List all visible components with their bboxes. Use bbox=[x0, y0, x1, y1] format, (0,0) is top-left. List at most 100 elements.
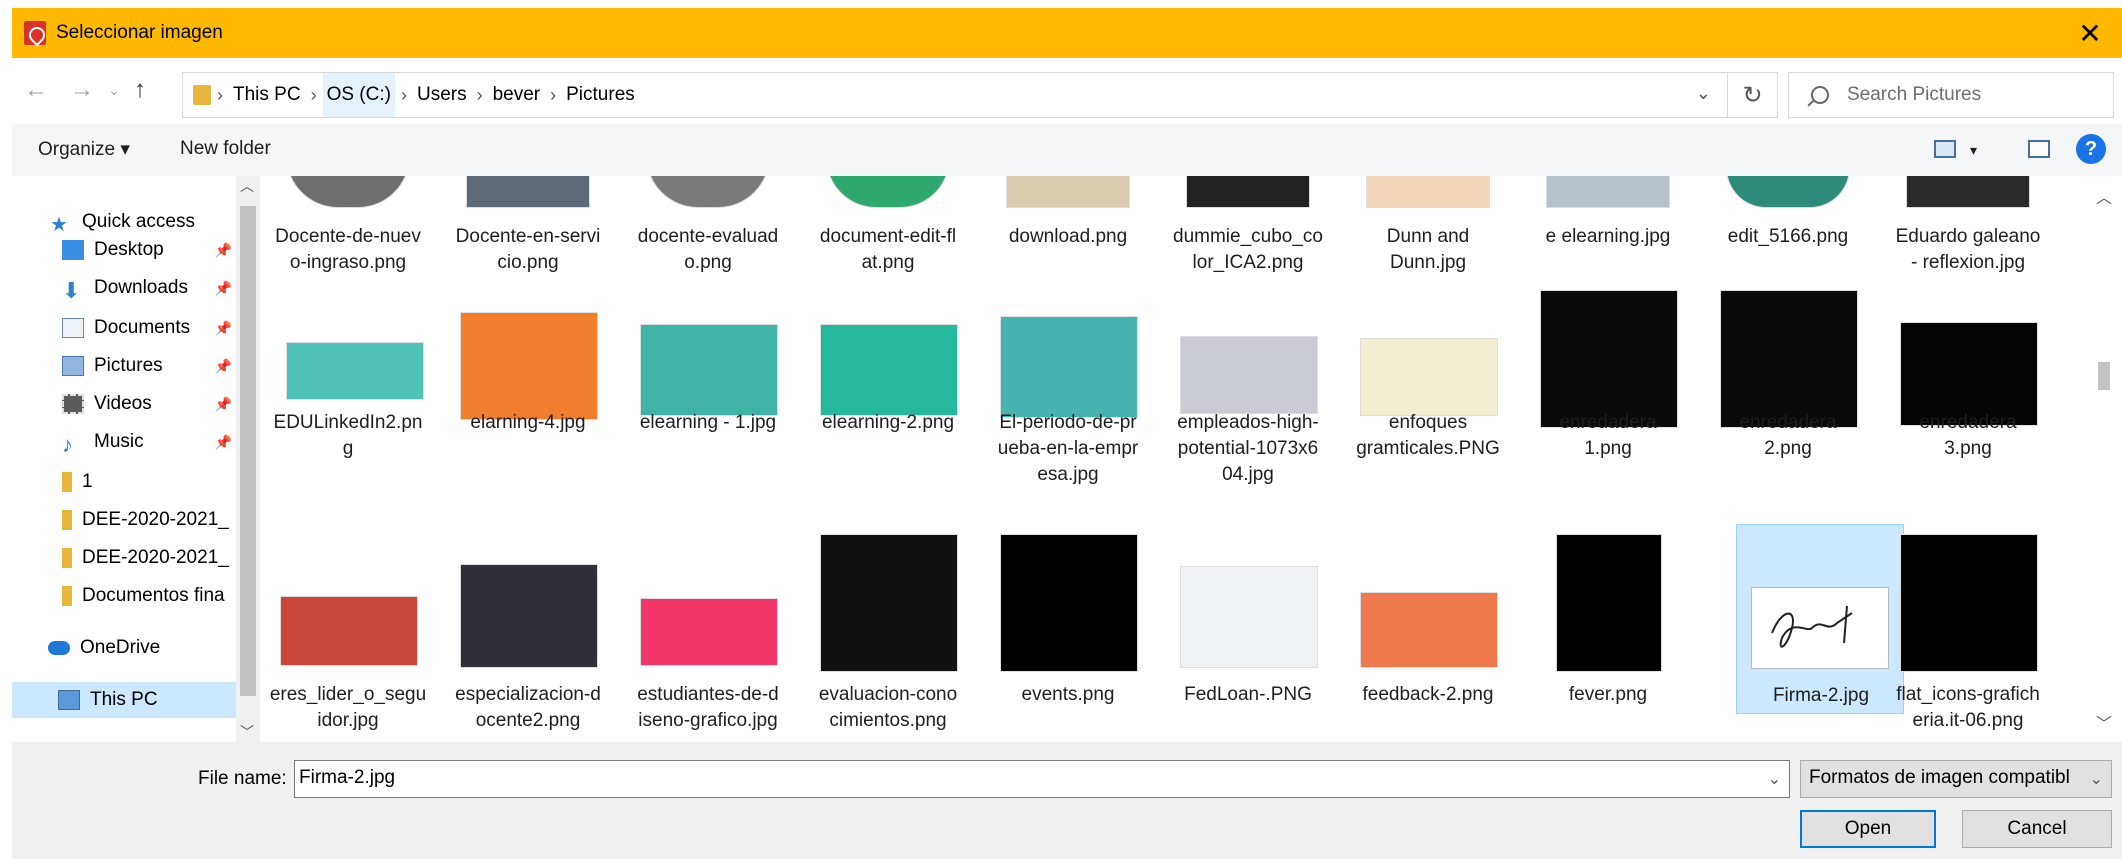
file-item[interactable]: e elearning.jpg bbox=[1524, 176, 1692, 286]
nav-label: Downloads bbox=[94, 277, 188, 298]
file-item[interactable]: elearning-2.png bbox=[804, 286, 972, 490]
nav-scroll-thumb[interactable] bbox=[240, 206, 256, 696]
file-item-selected[interactable]: Firma-2.jpg bbox=[1736, 524, 1904, 714]
file-item[interactable]: fever.png bbox=[1524, 530, 1692, 742]
file-type-select[interactable]: Formatos de imagen compatibl ⌄ bbox=[1800, 760, 2112, 798]
folder-icon bbox=[62, 472, 72, 492]
nav-videos[interactable]: Videos 📌 bbox=[12, 386, 242, 422]
new-folder-button[interactable]: New folder bbox=[180, 138, 271, 160]
file-item[interactable]: edit_5166.png bbox=[1704, 176, 1872, 286]
file-item[interactable]: especializacion-d ocente2.png bbox=[444, 530, 612, 742]
file-thumbnail bbox=[1180, 566, 1318, 668]
change-view-icon[interactable] bbox=[1934, 140, 1956, 158]
address-dropdown-icon[interactable]: ⌄ bbox=[1696, 83, 1711, 104]
nav-label: Music bbox=[94, 431, 144, 452]
file-item[interactable]: Eduardo galeano - reflexion.jpg bbox=[1884, 176, 2052, 286]
chevron-right-icon[interactable]: › bbox=[311, 85, 317, 106]
file-item[interactable]: enfoques gramticales.PNG bbox=[1344, 286, 1512, 490]
file-item[interactable]: Dunn and Dunn.jpg bbox=[1344, 176, 1512, 286]
file-item[interactable]: empleados-high- potential-1073x6 04.jpg bbox=[1164, 286, 1332, 490]
nav-folder-dee-1[interactable]: DEE-2020-2021_ bbox=[12, 502, 242, 538]
address-bar[interactable]: › This PC › OS (C:) › Users › bever › Pi… bbox=[182, 72, 1728, 118]
preview-pane-icon[interactable] bbox=[2028, 140, 2050, 158]
nav-folder-documentos[interactable]: Documentos fina bbox=[12, 578, 242, 614]
nav-documents[interactable]: Documents 📌 bbox=[12, 310, 242, 346]
file-thumbnail bbox=[460, 564, 598, 668]
file-item[interactable]: docente-evaluad o.png bbox=[624, 176, 792, 286]
nav-scrollbar[interactable]: ︿ ﹀ bbox=[236, 176, 260, 742]
search-placeholder: Search Pictures bbox=[1847, 84, 1982, 105]
file-thumbnail bbox=[1366, 176, 1490, 208]
chevron-right-icon[interactable]: › bbox=[401, 85, 407, 106]
file-thumbnail bbox=[820, 324, 958, 416]
nav-label: This PC bbox=[90, 689, 158, 710]
nav-label: DEE-2020-2021_ bbox=[82, 547, 229, 568]
file-item[interactable]: events.png bbox=[984, 530, 1152, 742]
scroll-down-icon[interactable]: ﹀ bbox=[2096, 710, 2112, 734]
cancel-button[interactable]: Cancel bbox=[1962, 810, 2112, 848]
file-name: fever.png bbox=[1568, 684, 1648, 705]
breadcrumb-bever[interactable]: bever bbox=[489, 73, 545, 117]
nav-folder-dee-2[interactable]: DEE-2020-2021_ bbox=[12, 540, 242, 576]
nav-this-pc[interactable]: This PC bbox=[12, 682, 242, 718]
file-name: o-ingraso.png bbox=[289, 252, 407, 273]
breadcrumb-this-pc[interactable]: This PC bbox=[229, 73, 305, 117]
scroll-up-icon[interactable]: ︿ bbox=[2096, 184, 2112, 208]
file-item[interactable]: elearning - 1.jpg bbox=[624, 286, 792, 490]
file-item[interactable]: enredadera 3.png bbox=[1884, 286, 2052, 490]
search-input[interactable]: Search Pictures bbox=[1788, 72, 2114, 118]
file-item[interactable]: evaluacion-cono cimientos.png bbox=[804, 530, 972, 742]
file-name-field[interactable]: Firma-2.jpg ⌄ bbox=[294, 760, 1790, 798]
folder-icon bbox=[62, 548, 72, 568]
file-item[interactable]: document-edit-fl at.png bbox=[804, 176, 972, 286]
nav-pictures[interactable]: Pictures 📌 bbox=[12, 348, 242, 384]
breadcrumb-pictures[interactable]: Pictures bbox=[562, 73, 639, 117]
breadcrumb-os-c[interactable]: OS (C:) bbox=[322, 73, 395, 117]
file-item[interactable]: FedLoan-.PNG bbox=[1164, 530, 1332, 742]
nav-desktop[interactable]: Desktop 📌 bbox=[12, 232, 242, 268]
file-item[interactable]: dummie_cubo_co lor_ICA2.png bbox=[1164, 176, 1332, 286]
help-button[interactable]: ? bbox=[2076, 134, 2106, 164]
file-item[interactable]: El-periodo-de-pr ueba-en-la-empr esa.jpg bbox=[984, 286, 1152, 490]
nav-onedrive[interactable]: OneDrive bbox=[12, 630, 242, 666]
file-thumbnail bbox=[460, 312, 598, 420]
open-button[interactable]: Open bbox=[1800, 810, 1936, 848]
file-item[interactable]: enredadera 1.png bbox=[1524, 286, 1692, 490]
file-name: esa.jpg bbox=[1037, 464, 1099, 485]
cloud-icon bbox=[48, 641, 70, 655]
organize-button[interactable]: Organize ▾ bbox=[38, 138, 130, 161]
file-item[interactable]: Docente-de-nuev o-ingraso.png bbox=[264, 176, 432, 286]
file-name-dropdown-icon[interactable]: ⌄ bbox=[1768, 769, 1781, 789]
dialog-footer: File name: Firma-2.jpg ⌄ Formatos de ima… bbox=[12, 742, 2122, 859]
nav-downloads[interactable]: ⬇ Downloads 📌 bbox=[12, 270, 242, 306]
file-list-scroll-thumb[interactable] bbox=[2098, 362, 2110, 390]
file-name: Docente-de-nuev bbox=[275, 226, 421, 247]
chevron-right-icon[interactable]: › bbox=[550, 85, 556, 106]
file-item[interactable]: enredadera 2.png bbox=[1704, 286, 1872, 490]
up-arrow-icon[interactable]: ↑ bbox=[122, 72, 158, 108]
file-item[interactable]: Docente-en-servi cio.png bbox=[444, 176, 612, 286]
refresh-button[interactable]: ↻ bbox=[1728, 72, 1778, 118]
file-item[interactable]: elarning-4.jpg bbox=[444, 286, 612, 490]
forward-arrow-icon[interactable]: → bbox=[64, 72, 100, 108]
close-button[interactable]: ✕ bbox=[2058, 8, 2122, 58]
nav-folder-1[interactable]: 1 bbox=[12, 464, 242, 500]
file-list-scrollbar[interactable]: ︿ ﹀ bbox=[2086, 176, 2122, 742]
pin-icon: 📌 bbox=[214, 279, 232, 296]
file-item[interactable]: EDULinkedIn2.pn g bbox=[264, 286, 432, 490]
file-name: flat_icons-grafich bbox=[1896, 684, 2040, 705]
file-item[interactable]: feedback-2.png bbox=[1344, 530, 1512, 742]
folder-icon bbox=[62, 586, 72, 606]
breadcrumb-users[interactable]: Users bbox=[413, 73, 471, 117]
nav-music[interactable]: ♪ Music 📌 bbox=[12, 424, 242, 460]
chevron-right-icon[interactable]: › bbox=[477, 85, 483, 106]
file-item[interactable]: estudiantes-de-d iseno-grafico.jpg bbox=[624, 530, 792, 742]
scroll-down-icon[interactable]: ﹀ bbox=[240, 722, 254, 742]
back-arrow-icon[interactable]: ← bbox=[18, 72, 54, 108]
file-item[interactable]: flat_icons-grafich eria.it-06.png bbox=[1884, 530, 2052, 742]
file-item[interactable]: download.png bbox=[984, 176, 1152, 286]
scroll-up-icon[interactable]: ︿ bbox=[240, 176, 254, 196]
chevron-right-icon[interactable]: › bbox=[217, 85, 223, 106]
file-item[interactable]: eres_lider_o_segu idor.jpg bbox=[264, 530, 432, 742]
view-options-chevron-icon[interactable]: ▾ bbox=[1970, 142, 1977, 159]
